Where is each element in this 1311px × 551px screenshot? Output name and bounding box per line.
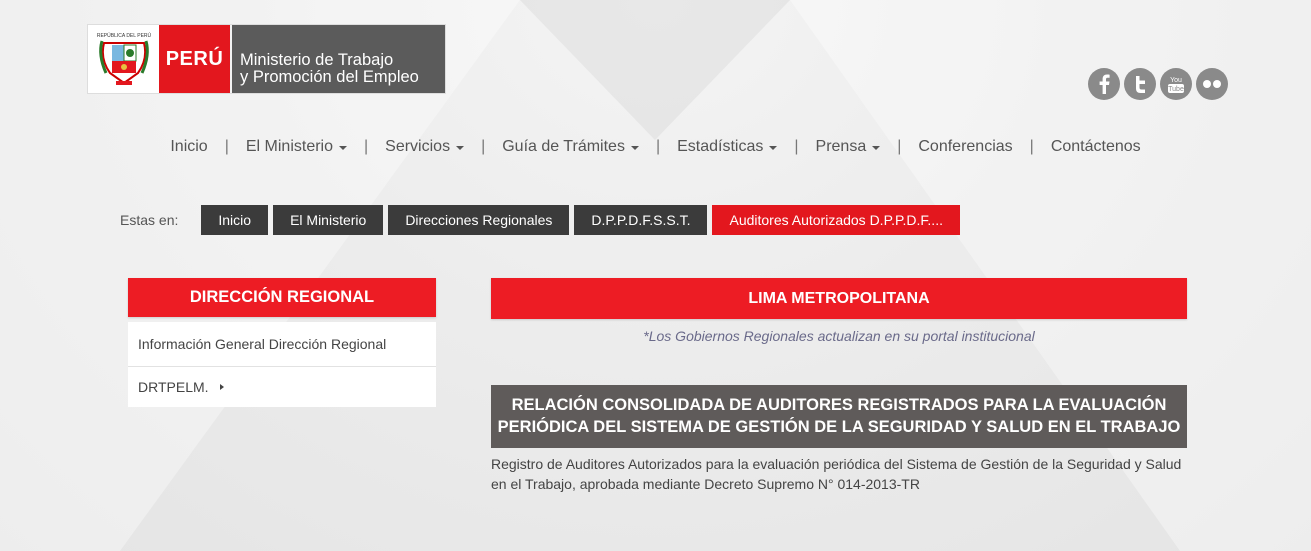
main-nav: Inicio | El Ministerio | Servicios | Guí… (0, 138, 1311, 156)
region-note: *Los Gobiernos Regionales actualizan en … (643, 328, 1035, 344)
nav-contactenos-label: Contáctenos (1050, 138, 1141, 155)
caret-down-icon (630, 146, 639, 150)
ministry-name-line2: y Promoción del Empleo (240, 68, 419, 86)
nav-conferencias-label: Conferencias (918, 138, 1013, 155)
sidebar-item-drtpelm[interactable]: DRTPELM. (128, 367, 436, 407)
nav-separator: | (655, 138, 661, 155)
nav-inicio[interactable]: Inicio (170, 138, 207, 156)
nav-prensa[interactable]: Prensa (816, 138, 881, 156)
sidebar-menu: Información General Dirección Regional D… (128, 322, 436, 407)
nav-prensa-label: Prensa (815, 138, 867, 155)
twitter-icon[interactable] (1124, 68, 1156, 100)
ministry-name-line1: Ministerio de Trabajo (240, 51, 394, 69)
region-title: LIMA METROPOLITANA (491, 278, 1187, 319)
youtube-icon[interactable]: You Tube (1160, 68, 1192, 100)
caret-right-icon (219, 384, 224, 390)
nav-guia-tramites[interactable]: Guía de Trámites (502, 138, 639, 156)
caret-down-icon (872, 146, 881, 150)
breadcrumb-direcciones-regionales[interactable]: Direcciones Regionales (388, 205, 570, 235)
ministry-name: Ministerio de Trabajo y Promoción del Em… (232, 25, 445, 93)
breadcrumb: Estas en: Inicio El Ministerio Direccion… (120, 205, 965, 235)
breadcrumb-inicio[interactable]: Inicio (201, 205, 269, 235)
section-title: RELACIÓN CONSOLIDADA DE AUDITORES REGIST… (491, 385, 1187, 448)
social-links: You Tube (1088, 68, 1228, 100)
nav-inicio-label: Inicio (170, 138, 208, 155)
nav-separator: | (897, 138, 902, 155)
nav-contactenos[interactable]: Contáctenos (1051, 138, 1141, 156)
nav-el-ministerio[interactable]: El Ministerio (246, 138, 347, 156)
sidebar-item-label: Información General Dirección Regional (138, 336, 387, 352)
section-description: Registro de Auditores Autorizados para l… (491, 456, 1182, 492)
ministry-logo[interactable]: REPÚBLICA DEL PERÚ PERÚ Ministerio de Tr… (88, 25, 445, 93)
sidebar-title: DIRECCIÓN REGIONAL (128, 278, 436, 317)
main-content: LIMA METROPOLITANA *Los Gobiernos Region… (491, 278, 1187, 494)
nav-el-ministerio-label: El Ministerio (245, 138, 333, 155)
nav-estadisticas-label: Estadísticas (677, 138, 764, 155)
facebook-icon[interactable] (1088, 68, 1120, 100)
nav-separator: | (481, 138, 486, 155)
caret-down-icon (769, 146, 778, 150)
nav-separator: | (1029, 138, 1034, 155)
sidebar: DIRECCIÓN REGIONAL Información General D… (128, 278, 436, 407)
nav-separator: | (794, 138, 799, 155)
flickr-icon[interactable] (1196, 68, 1228, 100)
nav-servicios[interactable]: Servicios (385, 138, 465, 156)
breadcrumb-dppdfsst[interactable]: D.P.P.D.F.S.S.T. (574, 205, 708, 235)
nav-estadisticas[interactable]: Estadísticas (677, 138, 778, 156)
svg-text:REPÚBLICA DEL PERÚ: REPÚBLICA DEL PERÚ (96, 32, 151, 39)
nav-conferencias[interactable]: Conferencias (918, 138, 1012, 156)
svg-text:You: You (1170, 77, 1182, 84)
svg-text:Tube: Tube (1168, 86, 1184, 93)
caret-down-icon (456, 146, 465, 150)
nav-guia-tramites-label: Guía de Trámites (502, 138, 625, 155)
caret-down-icon (339, 146, 347, 150)
nav-servicios-label: Servicios (385, 138, 451, 155)
peru-label: PERÚ (159, 25, 230, 93)
sidebar-item-informacion-general[interactable]: Información General Dirección Regional (128, 322, 436, 367)
coat-of-arms-icon: REPÚBLICA DEL PERÚ (88, 25, 159, 93)
breadcrumb-label: Estas en: (120, 212, 179, 228)
nav-separator: | (364, 138, 369, 155)
nav-separator: | (224, 138, 229, 155)
breadcrumb-auditores-autorizados[interactable]: Auditores Autorizados D.P.P.D.F.... (712, 205, 960, 235)
breadcrumb-el-ministerio[interactable]: El Ministerio (273, 205, 384, 235)
sidebar-item-label: DRTPELM. (138, 379, 209, 395)
